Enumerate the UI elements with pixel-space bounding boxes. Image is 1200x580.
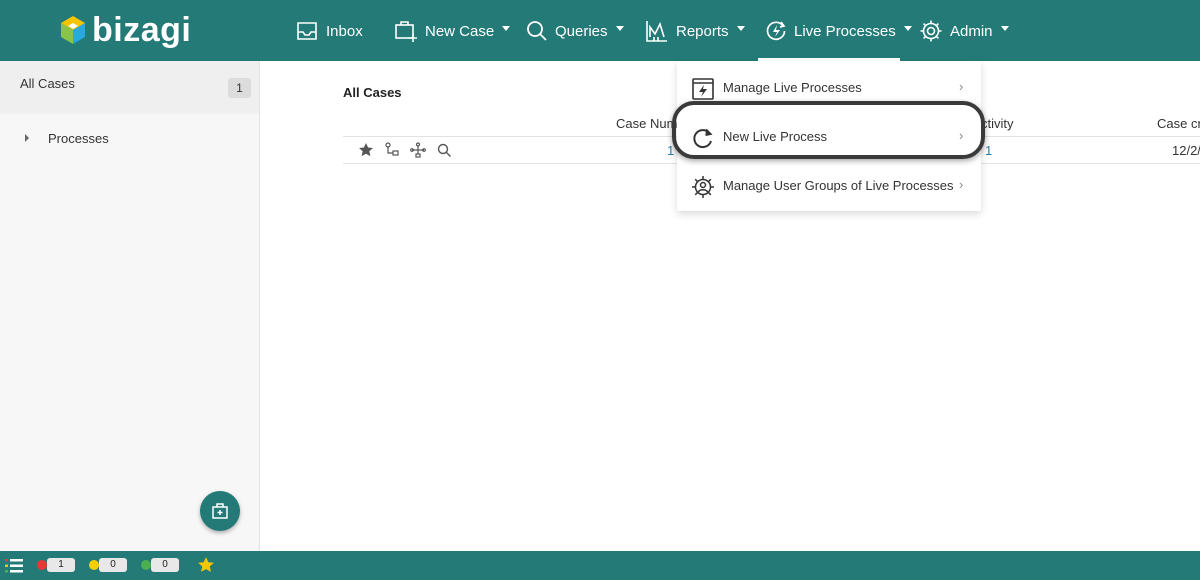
table-row-actions <box>358 142 452 158</box>
chevron-down-icon <box>736 25 745 31</box>
nav-inbox[interactable]: Inbox <box>295 16 363 46</box>
red-status-dot-icon <box>37 560 47 570</box>
all-cases-label: All Cases <box>20 76 75 91</box>
nav-queries[interactable]: Queries <box>526 16 624 46</box>
chevron-down-icon <box>615 25 624 31</box>
menu-item-label: Manage User Groups of Live Processes <box>723 178 954 193</box>
on-time-count[interactable]: 0 <box>151 558 179 572</box>
overdue-count[interactable]: 1 <box>47 558 75 572</box>
nav-live-processes[interactable]: Live Processes <box>765 16 912 46</box>
nav-new-case[interactable]: New Case <box>394 16 511 46</box>
nav-reports-label: Reports <box>676 22 729 40</box>
favorite-star-icon[interactable] <box>358 142 374 158</box>
green-status-dot-icon <box>141 560 151 570</box>
column-header-case-number[interactable]: Case Num <box>616 116 677 131</box>
page-title: All Cases <box>343 85 402 100</box>
brand-name: bizagi <box>92 10 192 49</box>
cell-activity[interactable]: 1 <box>985 143 992 158</box>
briefcase-add-icon <box>212 503 228 519</box>
bottom-status-bar: 1 0 0 <box>0 551 1200 580</box>
yellow-status-dot-icon <box>89 560 99 570</box>
refresh-icon <box>693 128 713 149</box>
top-navigation-bar: bizagi Inbox New Case Queries Reports Li… <box>0 0 1200 61</box>
nav-new-case-label: New Case <box>425 22 495 40</box>
chevron-down-icon <box>1000 25 1009 31</box>
live-process-icon <box>766 21 786 41</box>
menu-item-label: New Live Process <box>723 129 828 144</box>
cell-case-created: 12/2/ <box>1172 143 1200 158</box>
gear-icon <box>920 20 942 42</box>
nav-inbox-label: Inbox <box>326 22 363 40</box>
inbox-icon <box>297 22 317 40</box>
menu-item-manage-user-groups[interactable]: Manage User Groups of Live Processes › <box>677 165 981 205</box>
menu-item-manage-live-processes[interactable]: Manage Live Processes › <box>677 67 981 107</box>
favorites-star-icon[interactable] <box>197 556 215 574</box>
nav-queries-label: Queries <box>555 22 608 40</box>
process-map-icon[interactable] <box>410 142 426 158</box>
column-header-case-created[interactable]: Case cre <box>1157 116 1200 131</box>
expand-arrow-icon[interactable] <box>25 134 29 142</box>
menu-item-new-live-process[interactable]: New Live Process › <box>677 116 981 156</box>
lightning-box-icon <box>692 78 714 100</box>
workflow-icon[interactable] <box>384 142 400 158</box>
processes-label: Processes <box>48 131 109 146</box>
chart-icon <box>646 21 667 42</box>
chevron-right-icon: › <box>959 79 964 94</box>
nav-reports[interactable]: Reports <box>645 16 745 46</box>
nav-live-processes-label: Live Processes <box>794 22 896 40</box>
chevron-down-icon <box>903 25 912 31</box>
cell-case-number[interactable]: 1 <box>667 143 674 158</box>
sidebar-item-all-cases[interactable]: All Cases 1 <box>0 61 259 114</box>
nav-admin-label: Admin <box>950 22 993 40</box>
list-menu-icon[interactable] <box>5 558 23 574</box>
bizagi-logo[interactable]: bizagi <box>60 10 191 50</box>
sidebar-item-processes[interactable]: Processes <box>0 126 259 150</box>
user-gear-icon <box>692 176 714 198</box>
search-icon[interactable] <box>436 142 452 158</box>
search-icon <box>527 21 547 41</box>
new-case-icon <box>395 21 417 42</box>
sidebar: All Cases 1 Processes <box>0 61 260 551</box>
all-cases-count-badge: 1 <box>228 78 251 98</box>
chevron-right-icon: › <box>959 177 964 192</box>
nav-admin[interactable]: Admin <box>919 16 1009 46</box>
chevron-down-icon <box>502 25 511 31</box>
menu-item-label: Manage Live Processes <box>723 80 862 95</box>
bizagi-cube-icon <box>61 16 85 44</box>
live-processes-dropdown-menu: Manage Live Processes › New Live Process… <box>677 61 981 211</box>
column-header-activity[interactable]: ctivity <box>981 116 1014 131</box>
at-risk-count[interactable]: 0 <box>99 558 127 572</box>
chevron-right-icon: › <box>959 128 964 143</box>
new-case-fab-button[interactable] <box>200 491 240 531</box>
